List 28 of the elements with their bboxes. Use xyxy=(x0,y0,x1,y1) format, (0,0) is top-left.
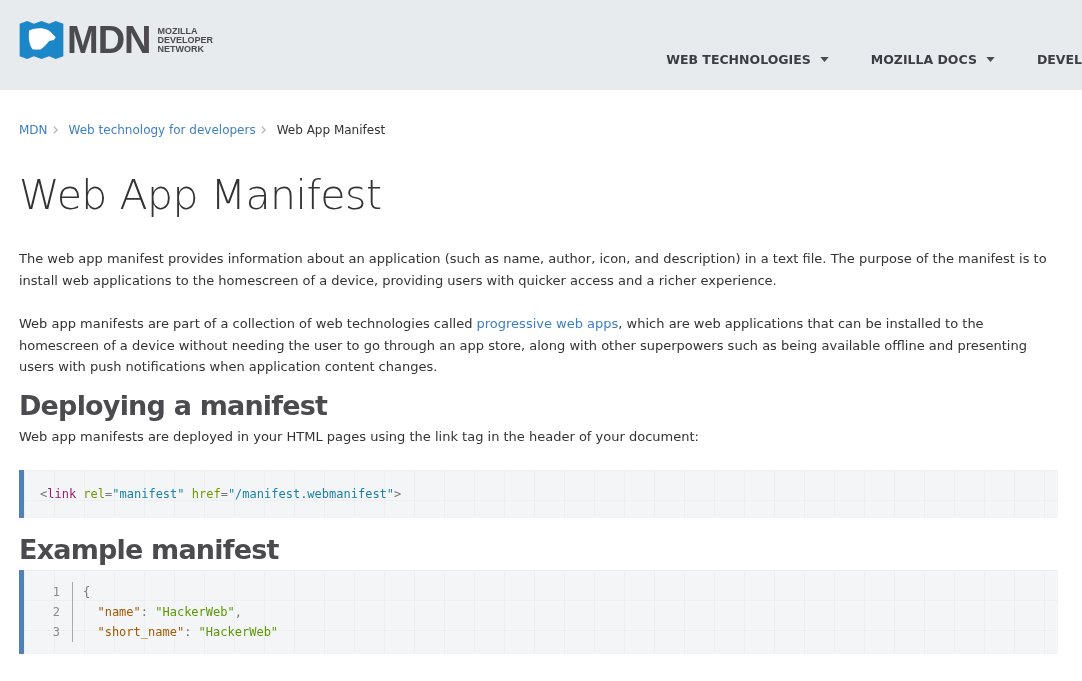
nav-menu-link[interactable]: DEVEL xyxy=(1036,51,1082,67)
breadcrumb-link[interactable]: MDN xyxy=(19,123,48,137)
logo-wordmark[interactable]: MDN xyxy=(67,21,151,59)
line-number: 2 xyxy=(24,601,73,622)
logo-subtitle: MOZILLA xyxy=(157,26,199,36)
dinosaur-logo-icon[interactable] xyxy=(19,21,64,59)
paragraph: The web app manifest provides information about an application (such as name, author, icon, and description) in a text file. The purpose of the manifest is to install web applications to the homescreen of a device, providing users with quicker access and a richer experience. xyxy=(19,250,1048,290)
logo-subtitle: DEVELOPER xyxy=(157,35,214,45)
code-line: "name": "HackerWeb", xyxy=(96,603,242,621)
line-number: 3 xyxy=(24,621,73,642)
nav-menu-link[interactable]: WEB TECHNOLOGIES xyxy=(666,51,829,67)
section-heading: Example manifest xyxy=(19,533,280,566)
section-heading: Deploying a manifest xyxy=(19,389,329,423)
nav-menu-link[interactable]: MOZILLA DOCS xyxy=(870,51,995,67)
chevron-icon xyxy=(260,126,266,134)
paragraph: Web app manifests are deployed in your HTML pages using the link tag in the header of your document: xyxy=(19,428,700,447)
logo-subtitle: NETWORK xyxy=(157,44,206,54)
paragraph: Web app manifests are part of a collection of web technologies called progressive web apps, which are web applications that can be installed to the homescreen of a device without needing the user to go through an app store, along with other superpowers such as being available offline and presenting users with push notifications when application content changes. xyxy=(19,315,1028,377)
caret-icon xyxy=(819,56,829,62)
page-title: Web App Manifest xyxy=(19,171,383,221)
breadcrumb-link[interactable]: Web technology for developers xyxy=(68,123,256,137)
code-line: <link rel="manifest" href="/manifest.webmanifest"> xyxy=(40,485,402,503)
code-line: "short_name": "HackerWeb" xyxy=(96,623,279,641)
line-number: 1 xyxy=(24,581,73,602)
caret-icon xyxy=(985,56,995,62)
breadcrumb-current: Web App Manifest xyxy=(276,123,386,137)
code-line: { xyxy=(83,583,91,601)
chevron-icon xyxy=(52,126,58,134)
